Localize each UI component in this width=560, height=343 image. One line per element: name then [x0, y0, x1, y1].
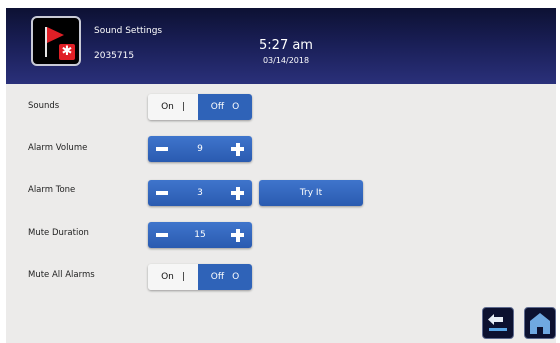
alarm-volume-value: 9: [197, 144, 203, 154]
mute-all-alarms-label: Mute All Alarms: [28, 270, 95, 280]
alarm-tone-stepper: 3: [148, 180, 252, 206]
header-bar: ✱ Sound Settings 2035715 5:27 am 03/14/2…: [6, 8, 556, 84]
app-logo: ✱: [31, 16, 81, 66]
mute-duration-increase-button[interactable]: [224, 222, 252, 248]
minus-icon: [156, 233, 168, 237]
mute-all-alarms-toggle: On | Off O: [148, 264, 252, 290]
clock-time: 5:27 am: [259, 38, 313, 53]
alarm-tone-label: Alarm Tone: [28, 185, 76, 195]
mute-all-on-button[interactable]: On |: [148, 264, 198, 290]
alarm-volume-increase-button[interactable]: [224, 136, 252, 162]
alarm-tone-increase-button[interactable]: [224, 180, 252, 206]
alarm-volume-label: Alarm Volume: [28, 143, 88, 153]
alarm-tone-value: 3: [197, 188, 203, 198]
minus-icon: [156, 191, 168, 195]
sounds-toggle: On | Off O: [148, 94, 252, 120]
mute-all-off-button[interactable]: Off O: [198, 264, 252, 290]
clock-date: 03/14/2018: [262, 56, 310, 65]
on-mark: |: [181, 102, 185, 112]
mute-duration-value: 15: [194, 230, 206, 240]
off-mark: O: [232, 272, 240, 282]
minus-icon: [156, 147, 168, 151]
sounds-off-button[interactable]: Off O: [198, 94, 252, 120]
snowflake-icon: ✱: [59, 44, 75, 60]
sounds-on-button[interactable]: On |: [148, 94, 198, 120]
home-button[interactable]: [524, 307, 556, 339]
screen: ✱ Sound Settings 2035715 5:27 am 03/14/2…: [6, 8, 556, 343]
alarm-volume-decrease-button[interactable]: [148, 136, 176, 162]
home-icon: [530, 313, 550, 334]
mute-duration-label: Mute Duration: [28, 228, 89, 238]
off-label: Off: [210, 272, 225, 282]
back-button[interactable]: [482, 307, 514, 339]
on-label: On: [161, 272, 174, 282]
sounds-label: Sounds: [28, 101, 60, 111]
on-mark: |: [181, 272, 185, 282]
off-label: Off: [210, 102, 225, 112]
alarm-volume-stepper: 9: [148, 136, 252, 162]
device-id: 2035715: [94, 51, 135, 61]
mute-duration-stepper: 15: [148, 222, 252, 248]
try-it-button[interactable]: Try It: [259, 180, 363, 206]
off-mark: O: [232, 102, 240, 112]
alarm-tone-decrease-button[interactable]: [148, 180, 176, 206]
on-label: On: [161, 102, 174, 112]
back-arrow-icon: [488, 314, 507, 331]
red-flag-icon: [47, 27, 64, 43]
mute-duration-decrease-button[interactable]: [148, 222, 176, 248]
page-title: Sound Settings: [94, 26, 163, 36]
